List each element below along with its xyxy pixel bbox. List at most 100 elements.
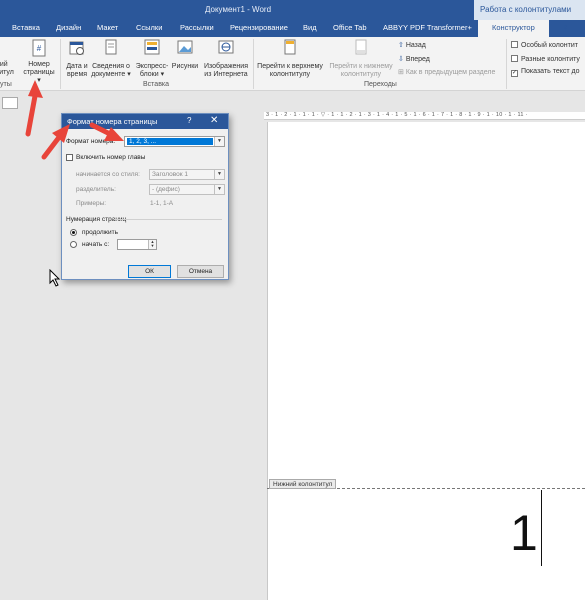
page-number-button[interactable]: # Номер страницы ▾ bbox=[22, 39, 56, 85]
previous-icon: ⇧ bbox=[398, 42, 406, 49]
group-label-headers: уты bbox=[0, 81, 12, 88]
include-chapter-label: Включить номер главы bbox=[76, 154, 146, 161]
quick-parts-label-2: блоки ▾ bbox=[139, 71, 165, 78]
tab-office-tab[interactable]: Office Tab bbox=[333, 23, 367, 32]
link-icon: ⊞ bbox=[398, 69, 406, 76]
date-time-label-2: время bbox=[66, 71, 88, 78]
ribbon-tabs: Вставка Дизайн Макет Ссылки Рассылки Рец… bbox=[0, 20, 585, 37]
different-first-page-checkbox[interactable]: Особый колонтит bbox=[511, 41, 578, 49]
help-button[interactable]: ? bbox=[187, 116, 191, 125]
examples-value: 1-1, 1-A bbox=[150, 200, 174, 207]
navigation-box[interactable] bbox=[2, 97, 18, 109]
format-value: 1, 2, 3, ... bbox=[127, 138, 213, 145]
footer-tag: Нижний колонтитул bbox=[269, 479, 337, 489]
spinner-arrows-icon[interactable]: ▲ ▼ bbox=[148, 240, 156, 249]
window-title: Документ1 - Word bbox=[205, 5, 272, 14]
previous-label: Назад bbox=[405, 42, 426, 49]
tab-constructor[interactable]: Конструктор bbox=[478, 20, 549, 37]
start-at-radio[interactable] bbox=[70, 241, 77, 248]
tab-abbyy[interactable]: ABBYY PDF Transformer+ bbox=[383, 23, 472, 32]
show-document-text-checkbox[interactable]: ✓ Показать текст до bbox=[511, 68, 580, 77]
different-odd-even-checkbox[interactable]: Разные колонтиту bbox=[511, 55, 580, 63]
ok-button[interactable]: ОК bbox=[128, 265, 171, 278]
tab-review[interactable]: Рецензирование bbox=[230, 23, 288, 32]
link-to-previous-button[interactable]: ⊞ Как в предыдущем разделе bbox=[398, 68, 495, 76]
separator bbox=[60, 39, 61, 89]
calendar-icon bbox=[69, 39, 85, 55]
footer-button-label-1: ний bbox=[0, 61, 8, 68]
checkbox-box bbox=[511, 41, 518, 48]
footer-button[interactable]: ний титул bbox=[0, 61, 16, 77]
quick-parts-label-1: Экспресс- bbox=[135, 63, 169, 70]
online-pictures-button[interactable]: Изображения из Интернета bbox=[201, 39, 251, 79]
ribbon: ний титул # Номер страницы ▾ уты Дата и … bbox=[0, 37, 585, 91]
pictures-button[interactable]: Рисунки bbox=[170, 39, 200, 71]
start-at-input[interactable]: ▲ ▼ bbox=[117, 239, 157, 250]
separator-label: разделитель: bbox=[76, 186, 116, 193]
chapter-style-select[interactable]: Заголовок 1 ▼ bbox=[149, 169, 225, 180]
ruler-numbers: 3 · 1 · 2 · 1 · 1 · 1 · ▽ · 1 · 1 · 2 · … bbox=[266, 112, 528, 118]
format-label: Формат номера: bbox=[66, 138, 116, 145]
goto-header-label-1: Перейти к верхнему bbox=[257, 63, 323, 70]
pictures-label: Рисунки bbox=[171, 63, 199, 70]
goto-footer-button[interactable]: Перейти к нижнему колонтитулу bbox=[326, 39, 396, 79]
lightbulb-icon[interactable]: ♀ bbox=[562, 22, 569, 32]
cancel-button[interactable]: Отмена bbox=[177, 265, 224, 278]
separator-value: - (дефис) bbox=[152, 186, 180, 193]
separator bbox=[253, 39, 254, 89]
date-time-label-1: Дата и bbox=[66, 63, 88, 70]
include-chapter-checkbox[interactable] bbox=[66, 154, 73, 161]
previous-button[interactable]: ⇧ Назад bbox=[398, 41, 426, 49]
mouse-pointer-icon bbox=[49, 269, 61, 287]
page-number-format-dialog: Формат номера страницы ? ✕ Формат номера… bbox=[61, 113, 229, 280]
group-label-navigation: Переходы bbox=[364, 81, 397, 88]
online-pictures-label-1: Изображения bbox=[204, 63, 248, 70]
tab-insert[interactable]: Вставка bbox=[12, 23, 40, 32]
chevron-down-icon[interactable]: ▼ bbox=[214, 185, 224, 194]
date-time-button[interactable]: Дата и время bbox=[63, 39, 91, 79]
goto-footer-label-2: колонтитулу bbox=[340, 71, 382, 78]
next-label: Вперед bbox=[405, 56, 430, 63]
tab-view[interactable]: Вид bbox=[303, 23, 317, 32]
separator-select[interactable]: - (дефис) ▼ bbox=[149, 184, 225, 195]
show-document-text-label: Показать текст до bbox=[521, 68, 580, 75]
continue-radio[interactable] bbox=[70, 229, 77, 236]
close-button[interactable]: ✕ bbox=[210, 115, 218, 126]
goto-header-label-2: колонтитулу bbox=[269, 71, 311, 78]
different-first-page-label: Особый колонтит bbox=[521, 42, 578, 49]
quick-parts-button[interactable]: Экспресс- блоки ▾ bbox=[134, 39, 170, 79]
title-bar: Документ1 - Word Работа с колонтитулами bbox=[0, 0, 585, 20]
document-info-icon bbox=[103, 39, 119, 55]
separator bbox=[506, 39, 507, 89]
tab-references[interactable]: Ссылки bbox=[136, 23, 162, 32]
page-number-label-2: страницы ▾ bbox=[23, 69, 55, 84]
text-cursor bbox=[541, 490, 542, 566]
online-picture-icon bbox=[218, 39, 234, 55]
contextual-tab-title: Работа с колонтитулами bbox=[474, 0, 585, 20]
footer-page-number[interactable]: 1 bbox=[510, 504, 538, 562]
svg-text:#: # bbox=[37, 44, 42, 53]
goto-header-icon bbox=[282, 39, 298, 55]
doc-info-label-1: Сведения о bbox=[92, 63, 130, 70]
examples-label: Примеры: bbox=[76, 200, 107, 207]
goto-header-button[interactable]: Перейти к верхнему колонтитулу bbox=[255, 39, 325, 79]
chapter-style-label: начинается со стиля: bbox=[76, 171, 140, 178]
doc-info-label-2: документе ▾ bbox=[91, 71, 131, 78]
picture-icon bbox=[177, 39, 193, 55]
section-divider bbox=[114, 219, 222, 220]
chevron-down-icon[interactable]: ▼ bbox=[214, 137, 224, 146]
doc-info-button[interactable]: Сведения о документе ▾ bbox=[90, 39, 132, 79]
tab-mailings[interactable]: Рассылки bbox=[180, 23, 214, 32]
quick-parts-icon bbox=[144, 39, 160, 55]
chapter-style-value: Заголовок 1 bbox=[152, 171, 188, 178]
start-at-label: начать с: bbox=[82, 241, 110, 248]
next-button[interactable]: ⇩ Вперед bbox=[398, 55, 430, 63]
checkmark-icon: ✓ bbox=[511, 70, 518, 77]
dialog-title: Формат номера страницы bbox=[62, 114, 228, 129]
online-pictures-label-2: из Интернета bbox=[204, 71, 248, 78]
horizontal-ruler[interactable]: 3 · 1 · 2 · 1 · 1 · 1 · ▽ · 1 · 1 · 2 · … bbox=[264, 112, 585, 120]
chevron-down-icon[interactable]: ▼ bbox=[214, 170, 224, 179]
format-select[interactable]: 1, 2, 3, ... ▼ bbox=[124, 136, 225, 147]
tab-design[interactable]: Дизайн bbox=[56, 23, 81, 32]
tab-layout[interactable]: Макет bbox=[97, 23, 118, 32]
